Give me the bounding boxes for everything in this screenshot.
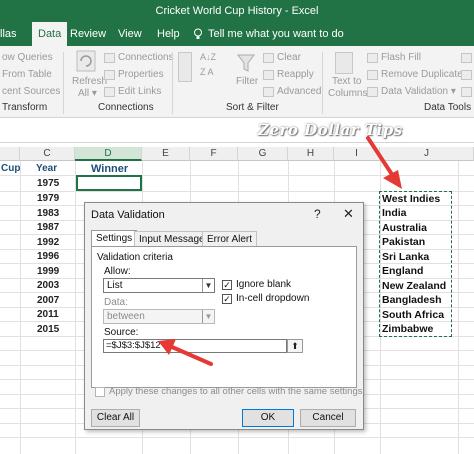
annotation-arrows: [158, 136, 402, 366]
arrow-to-source-icon: [158, 339, 213, 366]
arrow-to-list-icon: [366, 136, 402, 189]
